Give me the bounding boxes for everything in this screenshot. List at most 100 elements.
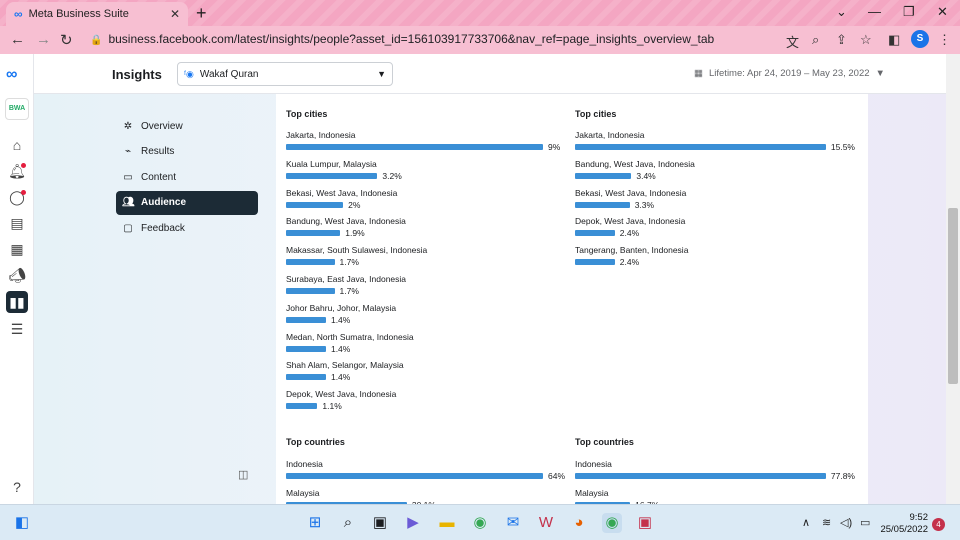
close-tab-icon[interactable]: ✕ xyxy=(170,7,180,21)
percentage-value: 3.4% xyxy=(636,170,656,181)
sidebar-item-overview[interactable]: ✲ Overview xyxy=(116,114,258,138)
percentage-bar xyxy=(286,144,543,150)
widgets-icon[interactable]: ◧ xyxy=(12,513,32,533)
meta-logo-icon[interactable]: ∞ xyxy=(6,66,17,84)
notification-badge[interactable]: 4 xyxy=(932,518,945,531)
location-label: Indonesia xyxy=(286,459,323,469)
percentage-bar xyxy=(575,201,630,208)
search-icon[interactable]: ⌕ xyxy=(338,513,358,533)
url-field[interactable]: 🔒 business.facebook.com/latest/insights/p… xyxy=(90,32,714,46)
sidebar-item-audience[interactable]: 👥︎ Audience xyxy=(116,190,258,215)
chrome-active-icon[interactable]: ◉ xyxy=(602,513,622,533)
sidebar-item-content[interactable]: ▭ Content xyxy=(116,165,258,189)
notification-dot xyxy=(21,163,26,168)
battery-icon[interactable]: ▭ xyxy=(860,516,870,529)
file-explorer-icon[interactable]: ▬ xyxy=(437,513,457,533)
percentage-value: 3.2% xyxy=(382,170,402,181)
percentage-value: 1.4% xyxy=(330,372,351,383)
list-item: Depok, West Java, Indonesia 1.1% xyxy=(286,389,566,411)
percentage-bar xyxy=(286,345,326,352)
system-clock[interactable]: 9:52 25/05/2022 xyxy=(880,512,928,536)
all-tools-menu-icon[interactable]: ☰ xyxy=(8,320,26,338)
percentage-bar xyxy=(286,172,378,179)
percentage-value: 3.3% xyxy=(634,199,655,210)
lock-icon: 🔒 xyxy=(90,35,103,46)
list-item: Kuala Lumpur, Malaysia 3.2% xyxy=(286,159,566,181)
results-icon: ⌁ xyxy=(124,146,132,157)
list-item: Surabaya, East Java, Indonesia 1.7% xyxy=(286,274,566,296)
feedback-icon: ▢ xyxy=(123,222,133,234)
location-label: Bekasi, West Java, Indonesia xyxy=(575,187,687,198)
location-label: Jakarta, Indonesia xyxy=(575,130,645,140)
calendar-icon: ▦ xyxy=(694,68,703,79)
wifi-icon[interactable]: ≋ xyxy=(822,516,831,529)
page-avatar[interactable]: BWA xyxy=(5,98,29,120)
profile-avatar[interactable]: S xyxy=(911,30,929,48)
new-tab-button[interactable]: + xyxy=(196,3,207,24)
date-range-selector[interactable]: ▦ Lifetime: Apr 24, 2019 – May 23, 2022 … xyxy=(694,68,885,79)
bar-row: 15.5% xyxy=(575,142,855,152)
account-platform-icons: ᶠ◉ xyxy=(184,68,194,79)
zoom-icon[interactable]: ⌕ xyxy=(812,32,819,48)
content-posts-icon[interactable]: ▤ xyxy=(8,214,26,232)
chrome-icon[interactable]: ◉ xyxy=(470,513,490,533)
location-label: Bandung, West Java, Indonesia xyxy=(286,216,406,227)
percentage-value: 1.4% xyxy=(330,314,351,325)
screen-recorder-icon[interactable]: ▣ xyxy=(635,513,655,533)
help-icon[interactable]: ? xyxy=(8,478,26,496)
percentage-bar xyxy=(575,259,615,266)
collapse-panel-icon[interactable]: ◫ xyxy=(238,468,248,481)
sidebar-item-label: Feedback xyxy=(141,222,185,234)
list-item: Indonesia 77.8% xyxy=(575,459,855,481)
mail-icon[interactable]: ✉ xyxy=(503,513,523,533)
location-label: Indonesia xyxy=(575,459,612,469)
translate-icon[interactable]: 文 xyxy=(786,32,799,51)
planner-icon[interactable]: ▦ xyxy=(8,240,26,258)
list-item: Tangerang, Banten, Indonesia 2.4% xyxy=(575,245,855,267)
clock-time: 9:52 xyxy=(909,512,929,523)
ads-megaphone-icon[interactable]: 📣︎ xyxy=(8,266,26,284)
sidebar-item-results[interactable]: ⌁ Results xyxy=(116,140,258,164)
bar-row: 3.4% xyxy=(575,171,855,181)
side-panel-icon[interactable]: ◧ xyxy=(888,32,900,48)
list-item: Bekasi, West Java, Indonesia 3.3% xyxy=(575,188,855,210)
volume-icon[interactable]: ◁) xyxy=(840,516,852,529)
bar-row: 2% xyxy=(286,200,566,210)
location-label: Jakarta, Indonesia xyxy=(286,130,356,140)
caret-down-icon: ▼ xyxy=(875,68,885,79)
sidebar-item-feedback[interactable]: ▢ Feedback xyxy=(116,216,258,240)
minimize-button[interactable]: — xyxy=(868,4,881,19)
percentage-bar xyxy=(286,201,344,208)
reload-button[interactable]: ↻ xyxy=(60,31,73,49)
percentage-value: 64% xyxy=(548,471,566,481)
task-view-icon[interactable]: ▣ xyxy=(370,513,390,533)
back-button[interactable]: ← xyxy=(10,31,25,48)
clock-date: 25/05/2022 xyxy=(880,524,928,535)
share-icon[interactable]: ⇪ xyxy=(836,32,847,48)
account-selector[interactable]: ᶠ◉ Wakaf Quran ▼ xyxy=(177,62,393,86)
percentage-bar xyxy=(286,316,326,323)
home-icon[interactable]: ⌂ xyxy=(8,136,26,154)
account-name: Wakaf Quran xyxy=(199,68,259,80)
start-button-icon[interactable]: ⊞ xyxy=(305,513,325,533)
chevron-down-icon[interactable]: ⌄ xyxy=(836,4,847,20)
forward-button[interactable]: → xyxy=(36,31,51,48)
insights-sidemenu: ✲ Overview ⌁ Results ▭ Content 👥︎ Audience ▢ Feed… xyxy=(116,114,258,242)
restore-button[interactable]: ❐ xyxy=(903,4,915,20)
location-label: Surabaya, East Java, Indonesia xyxy=(286,274,407,284)
show-hidden-icons[interactable]: ∧ xyxy=(802,516,810,529)
bookmark-star-icon[interactable]: ☆ xyxy=(860,32,872,48)
bar-row: 3.2% xyxy=(286,171,566,181)
section-title: Top countries xyxy=(286,437,345,447)
browser-tab[interactable]: ∞ Meta Business Suite ✕ xyxy=(6,2,188,26)
teams-chat-icon[interactable]: ▶ xyxy=(403,513,423,533)
menu-kebab-icon[interactable]: ⋮ xyxy=(938,32,951,48)
bar-row: 1.1% xyxy=(286,401,566,411)
close-window-button[interactable]: ✕ xyxy=(937,4,948,20)
list-item: Bandung, West Java, Indonesia 3.4% xyxy=(575,159,855,181)
insights-icon[interactable]: ▮▮ xyxy=(6,291,28,313)
bar-row: 1.7% xyxy=(286,286,566,296)
firefox-icon[interactable]: ◕ xyxy=(569,513,589,533)
wps-office-icon[interactable]: W xyxy=(536,513,556,533)
scrollbar-thumb[interactable] xyxy=(948,208,958,384)
